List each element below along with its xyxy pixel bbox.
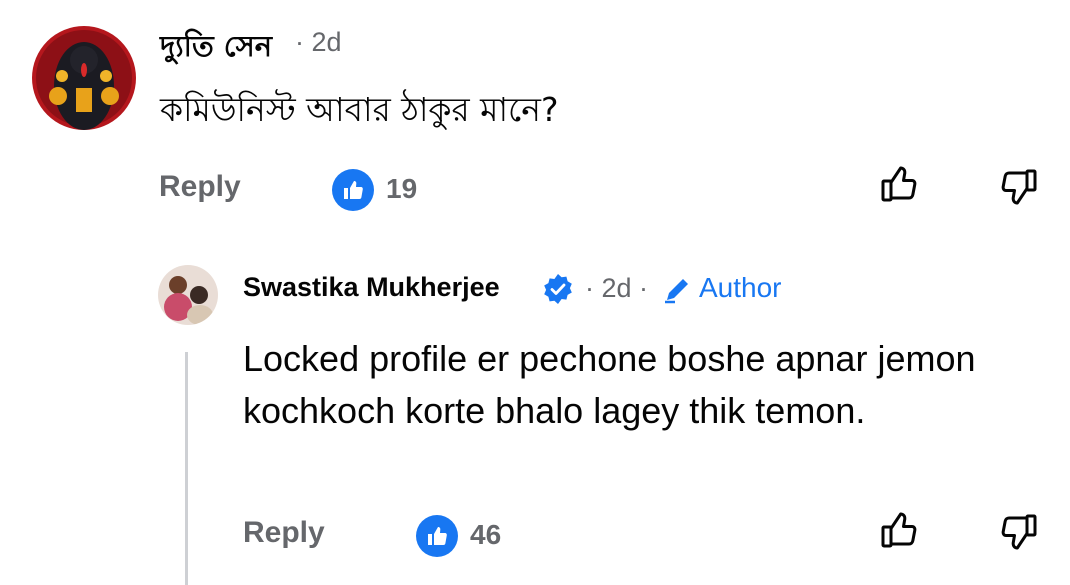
commenter-name[interactable]: দ্যুতি সেন bbox=[160, 24, 272, 73]
pencil-icon bbox=[662, 273, 694, 305]
thumbs-down-icon[interactable] bbox=[998, 167, 1038, 207]
commenter-avatar[interactable] bbox=[32, 26, 136, 130]
like-reaction-icon-nested bbox=[416, 515, 458, 557]
reply-text: Locked profile er pechone boshe apnar je… bbox=[243, 338, 976, 431]
comment-timestamp[interactable]: · 2d bbox=[295, 27, 342, 58]
reply-timestamp[interactable]: · 2d · bbox=[585, 273, 648, 304]
thumbs-down-icon[interactable] bbox=[998, 512, 1038, 552]
reply-author-avatar[interactable] bbox=[158, 265, 218, 325]
thumbs-up-icon[interactable] bbox=[880, 510, 920, 550]
reply-button[interactable]: Reply bbox=[159, 170, 241, 204]
like-reaction-icon bbox=[332, 169, 374, 211]
reaction-count[interactable]: 19 bbox=[386, 173, 417, 205]
reply-button-nested[interactable]: Reply bbox=[243, 516, 325, 550]
thread-line bbox=[185, 352, 188, 585]
author-badge-label: Author bbox=[699, 272, 782, 303]
verified-badge-icon bbox=[542, 273, 574, 305]
reaction-count-nested[interactable]: 46 bbox=[470, 519, 501, 551]
comment-text: কমিউনিস্ট আবার ঠাকুর মানে? bbox=[160, 90, 559, 129]
reply-author-name[interactable]: Swastika Mukherjee bbox=[243, 272, 500, 303]
thumbs-up-icon[interactable] bbox=[880, 164, 920, 204]
